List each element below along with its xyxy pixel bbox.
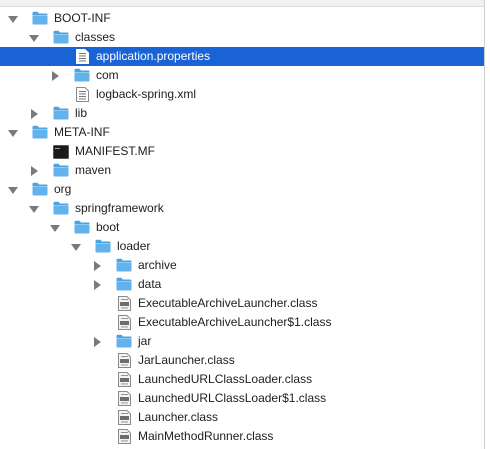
tree-row-class[interactable]: ExecutableArchiveLauncher$1.class	[0, 313, 490, 332]
folder-icon	[32, 11, 48, 26]
tree-row-folder[interactable]: META-INF	[0, 123, 490, 142]
document-icon	[76, 87, 92, 102]
disclosure-collapsed-icon[interactable]	[90, 275, 104, 294]
disclosure-expanded-icon[interactable]	[6, 123, 20, 142]
tree-row-folder[interactable]: org	[0, 180, 490, 199]
tree-row-exec[interactable]: MANIFEST.MF	[0, 142, 490, 161]
tree-row-folder[interactable]: com	[0, 66, 490, 85]
tree-row-folder[interactable]: lib	[0, 104, 490, 123]
tree-row-label: BOOT-INF	[54, 11, 111, 25]
folder-icon	[116, 258, 132, 273]
file-tree: BOOT-INF classes application.properties com…	[0, 9, 490, 446]
tree-row-label: springframework	[75, 201, 164, 215]
tree-row-folder[interactable]: archive	[0, 256, 490, 275]
tree-row-folder[interactable]: maven	[0, 161, 490, 180]
disclosure-expanded-icon[interactable]	[6, 9, 20, 28]
tree-row-label: LaunchedURLClassLoader.class	[138, 372, 313, 386]
disclosure-expanded-icon[interactable]	[69, 237, 83, 256]
tree-row-class[interactable]: MainMethodRunner.class	[0, 427, 490, 446]
tree-row-folder[interactable]: loader	[0, 237, 490, 256]
tree-row-class[interactable]: ExecutableArchiveLauncher.class	[0, 294, 490, 313]
tree-row-label: LaunchedURLClassLoader$1.class	[138, 391, 327, 405]
tree-row-label: ExecutableArchiveLauncher$1.class	[138, 315, 332, 329]
class-file-icon	[118, 296, 134, 311]
tree-row-label: classes	[75, 30, 116, 44]
tree-row-label: jar	[138, 334, 152, 348]
tree-row-label: com	[96, 68, 119, 82]
folder-icon	[32, 182, 48, 197]
tree-row-class[interactable]: JarLauncher.class	[0, 351, 490, 370]
disclosure-collapsed-icon[interactable]	[90, 256, 104, 275]
disclosure-expanded-icon[interactable]	[6, 180, 20, 199]
tree-row-label: data	[138, 277, 162, 291]
folder-icon	[53, 163, 69, 178]
tree-row-label: archive	[138, 258, 177, 272]
tree-row-label: org	[54, 182, 72, 196]
disclosure-expanded-icon[interactable]	[48, 218, 62, 237]
class-file-icon	[118, 372, 134, 387]
tree-row-label: JarLauncher.class	[138, 353, 235, 367]
tree-row-folder[interactable]: classes	[0, 28, 490, 47]
column-header	[0, 0, 490, 7]
tree-row-label: boot	[96, 220, 120, 234]
tree-row-label: logback-spring.xml	[96, 87, 197, 101]
disclosure-expanded-icon[interactable]	[27, 28, 41, 47]
disclosure-collapsed-icon[interactable]	[27, 104, 41, 123]
tree-row-class[interactable]: LaunchedURLClassLoader.class	[0, 370, 490, 389]
tree-row-folder[interactable]: springframework	[0, 199, 490, 218]
executable-icon	[53, 145, 69, 160]
folder-icon	[116, 334, 132, 349]
tree-row-label: MainMethodRunner.class	[138, 429, 274, 443]
class-file-icon	[118, 315, 134, 330]
folder-icon	[116, 277, 132, 292]
folder-icon	[53, 30, 69, 45]
disclosure-collapsed-icon[interactable]	[48, 66, 62, 85]
folder-icon	[74, 220, 90, 235]
tree-row-label: application.properties	[96, 49, 211, 63]
folder-icon	[53, 106, 69, 121]
tree-row-label: ExecutableArchiveLauncher.class	[138, 296, 318, 310]
tree-row-label: MANIFEST.MF	[75, 144, 155, 158]
tree-row-doc[interactable]: logback-spring.xml	[0, 85, 490, 104]
folder-icon	[74, 68, 90, 83]
tree-row-folder[interactable]: boot	[0, 218, 490, 237]
tree-row-class[interactable]: Launcher.class	[0, 408, 490, 427]
folder-icon	[95, 239, 111, 254]
folder-icon	[32, 125, 48, 140]
disclosure-collapsed-icon[interactable]	[27, 161, 41, 180]
folder-icon	[53, 201, 69, 216]
disclosure-expanded-icon[interactable]	[27, 199, 41, 218]
disclosure-collapsed-icon[interactable]	[90, 332, 104, 351]
class-file-icon	[118, 391, 134, 406]
class-file-icon	[118, 429, 134, 444]
tree-row-label: Launcher.class	[138, 410, 219, 424]
tree-row-class[interactable]: LaunchedURLClassLoader$1.class	[0, 389, 490, 408]
next-column-edge	[484, 0, 490, 449]
tree-row-label: lib	[75, 106, 88, 120]
tree-row-label: META-INF	[54, 125, 110, 139]
tree-row-folder[interactable]: BOOT-INF	[0, 9, 490, 28]
tree-row-folder[interactable]: data	[0, 275, 490, 294]
tree-row-folder[interactable]: jar	[0, 332, 490, 351]
tree-row-label: maven	[75, 163, 112, 177]
class-file-icon	[118, 410, 134, 425]
document-icon	[76, 49, 92, 64]
class-file-icon	[118, 353, 134, 368]
tree-row-doc[interactable]: application.properties	[0, 47, 490, 66]
tree-row-label: loader	[117, 239, 151, 253]
